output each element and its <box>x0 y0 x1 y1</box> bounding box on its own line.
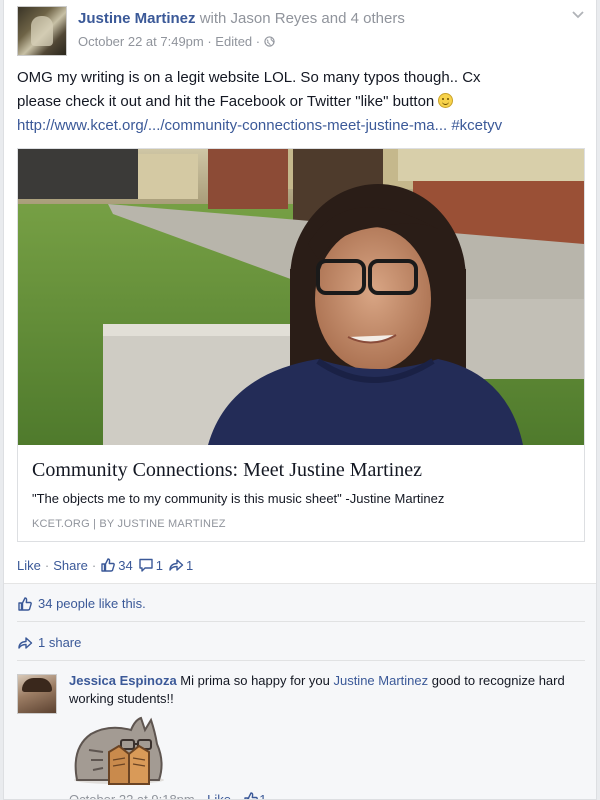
hashtag-link[interactable]: #kcetyv <box>447 117 502 134</box>
edited-label[interactable]: · Edited · <box>204 34 264 49</box>
news-feed-post: Justine Martinez with Jason Reyes and 4 … <box>3 0 597 800</box>
shares-summary[interactable]: 1 share <box>38 635 81 650</box>
comment: Jessica Espinoza Mi prima so happy for y… <box>17 670 585 800</box>
post-text: OMG my writing is on a legit website LOL… <box>17 66 589 138</box>
author-avatar[interactable] <box>17 6 67 56</box>
comment-icon[interactable] <box>138 557 154 573</box>
post-timestamp[interactable]: October 22 at 7:49pm <box>78 34 204 49</box>
commenter-name[interactable]: Jessica Espinoza <box>69 673 177 688</box>
likes-summary[interactable]: 34 people like this. <box>38 596 146 611</box>
card-photo[interactable] <box>18 149 584 445</box>
shares-count[interactable]: 1 <box>186 558 193 573</box>
thumbs-up-icon[interactable] <box>100 557 116 573</box>
post-text-line2: please check it out and hit the Facebook… <box>17 93 439 110</box>
shares-summary-row[interactable]: 1 share <box>17 625 585 661</box>
likes-count[interactable]: 34 <box>118 558 132 573</box>
chevron-down-icon[interactable] <box>571 10 585 20</box>
commenter-avatar[interactable] <box>17 674 57 714</box>
comment-timestamp[interactable]: October 22 at 9:18pm <box>69 792 195 800</box>
card-title[interactable]: Community Connections: Meet Justine Mart… <box>32 459 422 482</box>
card-description: "The objects me to my community is this … <box>32 491 445 506</box>
post-author-line: Justine Martinez with Jason Reyes and 4 … <box>78 10 405 27</box>
comment-likes-count[interactable]: 1 <box>259 792 266 800</box>
portrait-photo <box>18 149 584 445</box>
globe-icon[interactable] <box>264 36 275 47</box>
comment-text-part1: Mi prima so happy for you <box>176 673 334 688</box>
link-preview-card[interactable]: Community Connections: Meet Justine Mart… <box>17 148 585 542</box>
tagged-people[interactable]: with Jason Reyes and 4 others <box>196 10 405 27</box>
post-link[interactable]: http://www.kcet.org/.../community-connec… <box>17 117 447 134</box>
likes-summary-row[interactable]: 34 people like this. <box>17 586 585 622</box>
pusheen-reading-sticker <box>74 716 164 785</box>
thumbs-up-icon <box>18 596 32 611</box>
comment-mention[interactable]: Justine Martinez <box>333 673 428 688</box>
post-header: Justine Martinez with Jason Reyes and 4 … <box>17 6 587 56</box>
thumbs-up-icon[interactable] <box>243 791 259 800</box>
share-icon[interactable] <box>168 557 184 573</box>
smiley-icon <box>438 93 454 108</box>
post-text-line1: OMG my writing is on a legit website LOL… <box>17 69 481 86</box>
share-link[interactable]: Share <box>53 558 88 573</box>
post-actions: Like · Share · 34 1 1 <box>17 557 194 573</box>
author-name-link[interactable]: Justine Martinez <box>78 10 196 27</box>
post-meta: October 22 at 7:49pm · Edited · <box>78 34 275 49</box>
comment-body: Jessica Espinoza Mi prima so happy for y… <box>69 672 569 708</box>
card-source: KCET.ORG | BY JUSTINE MARTINEZ <box>32 518 226 530</box>
comment-meta: October 22 at 9:18pm · Like · 1 <box>69 791 267 800</box>
like-link[interactable]: Like <box>17 558 41 573</box>
comment-like-link[interactable]: Like <box>207 792 231 800</box>
share-icon <box>18 636 33 649</box>
comments-count[interactable]: 1 <box>156 558 163 573</box>
feedback-section: 34 people like this. 1 share Jessica Esp… <box>4 583 596 800</box>
